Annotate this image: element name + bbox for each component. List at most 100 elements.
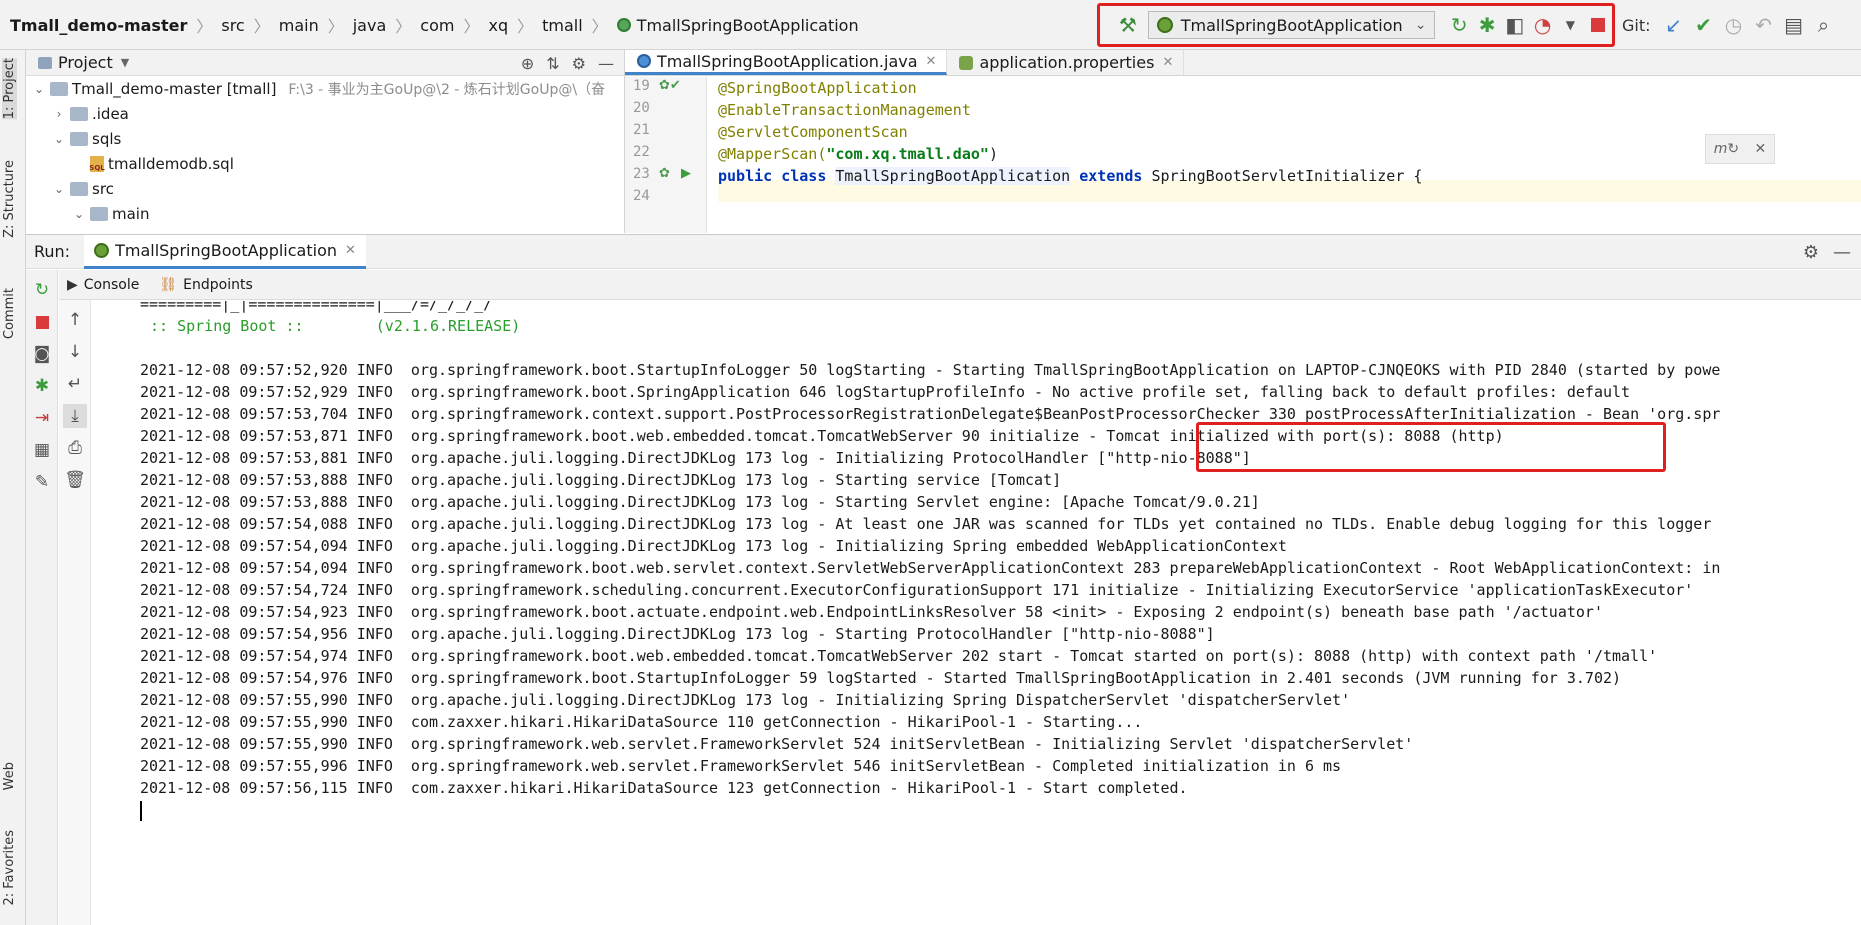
soft-wrap-icon[interactable]: ↵ bbox=[63, 372, 87, 396]
chevron-down-icon[interactable]: ⌄ bbox=[52, 132, 66, 146]
layout-icon[interactable]: ▦ bbox=[30, 438, 54, 462]
tab-console[interactable]: ▶ Console bbox=[67, 277, 139, 293]
tab-favorites[interactable]: 2: Favorites bbox=[2, 830, 17, 906]
debug-icon[interactable]: ✱ bbox=[30, 374, 54, 398]
trash-icon[interactable]: 🗑 bbox=[63, 468, 87, 492]
folder-icon bbox=[70, 131, 88, 146]
camera-icon[interactable]: ◙ bbox=[30, 342, 54, 366]
run-tab-application[interactable]: TmallSpringBootApplication ✕ bbox=[84, 234, 366, 269]
git-label: Git: bbox=[1622, 15, 1651, 35]
log-line: 2021-12-08 09:57:52,929 INFO org.springf… bbox=[140, 383, 1631, 401]
breadcrumb-java[interactable]: java bbox=[353, 16, 387, 35]
chevron-down-icon[interactable]: ⌄ bbox=[52, 182, 66, 196]
run-gutter-icon[interactable]: ▶ bbox=[681, 166, 691, 181]
console-icon: ▶ bbox=[67, 276, 78, 293]
search-everywhere-icon[interactable]: ⌕ bbox=[1809, 10, 1839, 40]
arrow-down-icon[interactable]: ↓ bbox=[63, 340, 87, 364]
run-tab-label: TmallSpringBootApplication bbox=[115, 240, 337, 260]
close-icon[interactable]: ✕ bbox=[1162, 55, 1173, 70]
debug-icon[interactable]: ✱ bbox=[1473, 10, 1501, 40]
gear-icon[interactable]: ⚙ bbox=[1803, 242, 1819, 263]
breadcrumb-separator: 〉 bbox=[517, 17, 534, 36]
string-token: "com.xq.tmall.dao" bbox=[826, 145, 989, 163]
code-area[interactable]: @SpringBootApplication @EnableTransactio… bbox=[718, 77, 1861, 233]
tab-web[interactable]: Web bbox=[2, 762, 17, 790]
folder-icon bbox=[90, 206, 108, 221]
log-line: 2021-12-08 09:57:55,990 INFO org.apache.… bbox=[140, 691, 1351, 709]
hammer-icon[interactable]: ⚒ bbox=[1114, 10, 1142, 40]
tree-item-project-root[interactable]: ⌄ Tmall_demo-master [tmall] F:\3 - 事业为主G… bbox=[26, 76, 624, 101]
line-number: 23 bbox=[633, 166, 650, 182]
line-number: 20 bbox=[633, 100, 650, 116]
close-icon[interactable]: ✕ bbox=[345, 243, 356, 258]
breadcrumb-com[interactable]: com bbox=[420, 16, 454, 35]
editor-tabs: TmallSpringBootApplication.java ✕ applic… bbox=[625, 50, 1861, 76]
breadcrumb-main[interactable]: main bbox=[279, 16, 319, 35]
stop-icon[interactable] bbox=[30, 310, 54, 334]
code-line-19: @SpringBootApplication bbox=[718, 79, 917, 97]
chevron-down-icon[interactable]: ▼ bbox=[1556, 10, 1584, 40]
rollback-icon[interactable]: ↶ bbox=[1749, 10, 1779, 40]
exit-icon[interactable]: ⇥ bbox=[30, 406, 54, 430]
punctuation-token: ) bbox=[988, 145, 998, 163]
code-line-20: @EnableTransactionManagement bbox=[718, 101, 971, 119]
code-editor: TmallSpringBootApplication.java ✕ applic… bbox=[625, 50, 1861, 233]
maven-reload-icon[interactable]: m↻ bbox=[1714, 141, 1739, 157]
tab-java-file[interactable]: TmallSpringBootApplication.java ✕ bbox=[625, 50, 948, 75]
tree-item-idea[interactable]: › .idea bbox=[26, 101, 624, 126]
minimize-icon[interactable]: — bbox=[1833, 242, 1851, 263]
breadcrumb-separator: 〉 bbox=[196, 17, 213, 36]
tree-item-main[interactable]: ⌄ main bbox=[26, 201, 624, 226]
stop-icon[interactable] bbox=[1584, 10, 1612, 40]
run-configuration-select[interactable]: TmallSpringBootApplication ⌄ bbox=[1147, 11, 1436, 39]
scroll-to-end-icon[interactable]: ⤓ bbox=[63, 404, 87, 428]
spring-boot-icon bbox=[94, 242, 110, 258]
tree-item-sql-file[interactable]: SQL tmalldemodb.sql bbox=[26, 151, 624, 176]
branches-icon[interactable]: ▤ bbox=[1779, 10, 1809, 40]
breadcrumb-project[interactable]: Tmall_demo-master bbox=[10, 16, 187, 35]
commit-check-icon[interactable]: ✔ bbox=[1689, 10, 1719, 40]
project-panel-title[interactable]: Project bbox=[58, 53, 113, 72]
tab-project[interactable]: 1: Project bbox=[2, 58, 17, 120]
gear-icon[interactable]: ⚙ bbox=[572, 54, 586, 73]
collapse-all-icon[interactable]: ⇅ bbox=[546, 54, 559, 73]
breadcrumb-class[interactable]: TmallSpringBootApplication bbox=[637, 16, 859, 35]
breadcrumb-src[interactable]: src bbox=[221, 16, 244, 35]
spring-bean-gutter-icon[interactable]: ✿ bbox=[659, 166, 670, 181]
log-line: 2021-12-08 09:57:54,923 INFO org.springf… bbox=[140, 603, 1603, 621]
chevron-down-icon[interactable]: ▼ bbox=[121, 56, 129, 69]
print-icon[interactable]: ⎙ bbox=[63, 436, 87, 460]
rerun-icon[interactable]: ↻ bbox=[1445, 10, 1473, 40]
log-line: 2021-12-08 09:57:54,094 INFO org.apache.… bbox=[140, 537, 1287, 555]
chevron-right-icon[interactable]: › bbox=[52, 107, 66, 121]
chevron-down-icon[interactable]: ⌄ bbox=[32, 82, 46, 96]
minimize-icon[interactable]: — bbox=[598, 54, 614, 73]
close-icon[interactable]: ✕ bbox=[1755, 141, 1767, 157]
tab-structure[interactable]: Z: Structure bbox=[2, 160, 17, 238]
tab-commit[interactable]: Commit bbox=[2, 288, 17, 339]
tree-item-sqls[interactable]: ⌄ sqls bbox=[26, 126, 624, 151]
profile-icon[interactable]: ◔ bbox=[1529, 10, 1557, 40]
breadcrumb-xq[interactable]: xq bbox=[488, 16, 508, 35]
spring-bean-gutter-icon[interactable]: ✿✔ bbox=[659, 78, 681, 93]
run-configuration-label: TmallSpringBootApplication bbox=[1180, 15, 1403, 35]
tree-item-src[interactable]: ⌄ src bbox=[26, 176, 624, 201]
tab-endpoints[interactable]: ⛓ Endpoints bbox=[159, 277, 252, 293]
run-window-header: Run: TmallSpringBootApplication ✕ ⚙ — bbox=[26, 234, 1861, 269]
tab-properties-file[interactable]: application.properties ✕ bbox=[947, 50, 1185, 75]
breadcrumb-tmall[interactable]: tmall bbox=[542, 16, 583, 35]
close-icon[interactable]: ✕ bbox=[926, 54, 937, 69]
update-icon[interactable]: ↙ bbox=[1659, 10, 1689, 40]
code-line-23: public class TmallSpringBootApplication … bbox=[718, 165, 1422, 187]
chevron-down-icon[interactable]: ⌄ bbox=[72, 207, 86, 221]
chevron-down-icon: ⌄ bbox=[1414, 17, 1427, 33]
folder-icon bbox=[70, 106, 88, 121]
locate-icon[interactable]: ⊕ bbox=[521, 54, 534, 73]
rerun-icon[interactable]: ↻ bbox=[30, 278, 54, 302]
history-icon[interactable]: ◷ bbox=[1719, 10, 1749, 40]
coverage-icon[interactable]: ◧ bbox=[1501, 10, 1529, 40]
console-output[interactable]: =========|_|==============|___/=/_/_/_/ … bbox=[92, 301, 1861, 925]
pin-icon[interactable]: ✎ bbox=[30, 470, 54, 494]
arrow-up-icon[interactable]: ↑ bbox=[63, 308, 87, 332]
tab-label: Endpoints bbox=[183, 276, 253, 293]
